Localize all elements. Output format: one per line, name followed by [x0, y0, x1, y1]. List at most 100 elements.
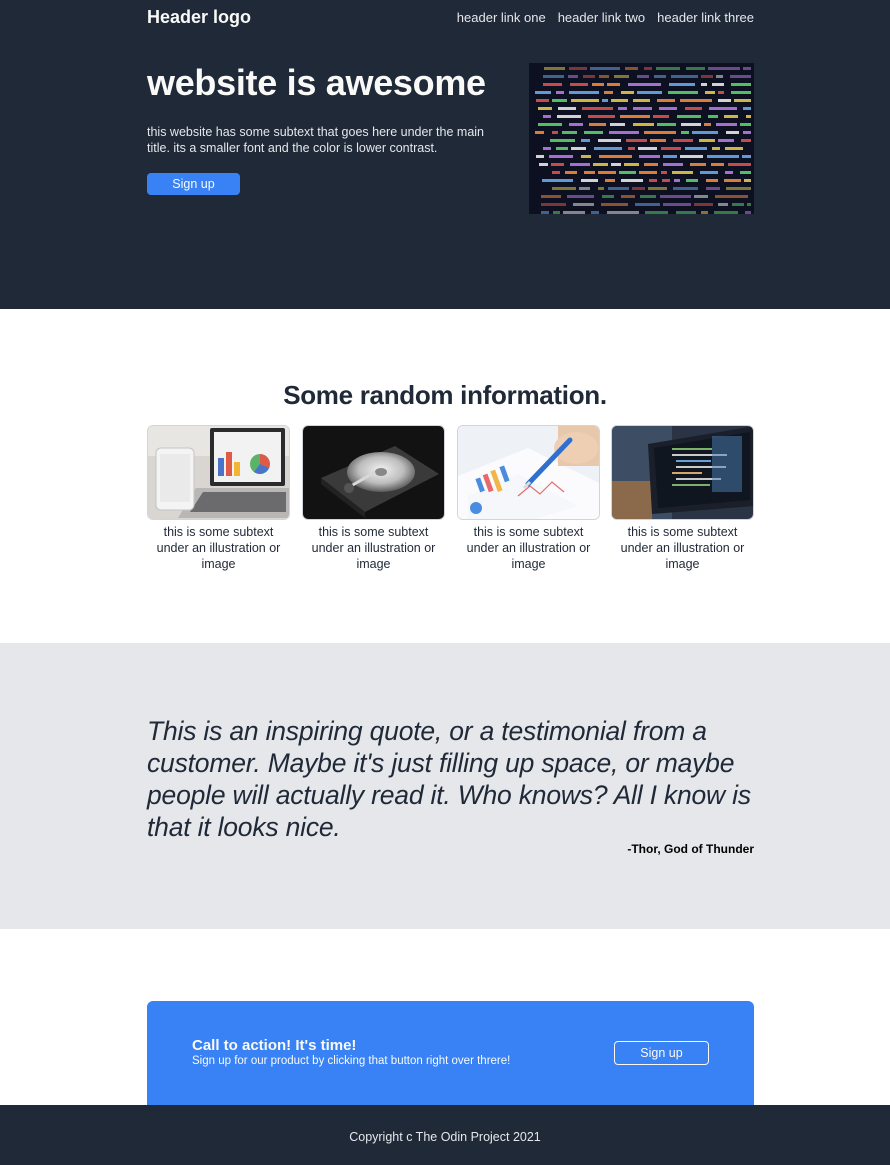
code-line-segment	[604, 91, 613, 94]
info-card-pen: this is some subtext under an illustrati…	[457, 425, 600, 572]
code-line-segment	[718, 139, 734, 142]
code-line-segment	[701, 211, 708, 214]
cta-signup-button[interactable]: Sign up	[614, 1041, 709, 1065]
code-line-segment	[653, 115, 669, 118]
code-line-segment	[607, 211, 639, 214]
code-line-segment	[581, 139, 590, 142]
code-line-segment	[552, 187, 576, 190]
laptop-charts-image	[147, 425, 290, 520]
code-line-segment	[550, 139, 575, 142]
code-line-segment	[741, 139, 751, 142]
code-line-segment	[680, 155, 703, 158]
code-line-segment	[731, 91, 751, 94]
code-line-segment	[650, 139, 666, 142]
code-line-segment	[567, 195, 594, 198]
code-line-segment	[726, 131, 739, 134]
code-line-segment	[743, 67, 751, 70]
code-line-segment	[699, 139, 715, 142]
code-line-segment	[743, 131, 751, 134]
code-line-segment	[704, 123, 711, 126]
code-line-segment	[621, 91, 634, 94]
code-line-segment	[685, 107, 702, 110]
code-line-segment	[541, 211, 549, 214]
quote-author: -Thor, God of Thunder	[627, 842, 754, 856]
code-line-segment	[747, 203, 751, 206]
code-line-segment	[663, 203, 691, 206]
code-line-segment	[584, 171, 595, 174]
code-line-segment	[556, 91, 564, 94]
code-line-segment	[676, 211, 696, 214]
code-line-segment	[744, 179, 751, 182]
code-line-segment	[602, 195, 614, 198]
code-line-segment	[732, 203, 744, 206]
header-link-one[interactable]: header link one	[457, 10, 546, 26]
code-line-segment	[621, 179, 643, 182]
code-line-segment	[588, 115, 615, 118]
code-line-segment	[644, 67, 652, 70]
header-logo[interactable]: Header logo	[147, 6, 251, 28]
info-card-caption: this is some subtext under an illustrati…	[466, 525, 591, 571]
code-line-segment	[671, 75, 698, 78]
code-line-segment	[715, 195, 748, 198]
code-line-segment	[661, 171, 667, 174]
code-line-segment	[569, 91, 599, 94]
code-line-segment	[708, 115, 718, 118]
code-line-segment	[659, 107, 677, 110]
code-line-segment	[598, 171, 616, 174]
code-line-segment	[746, 115, 751, 118]
code-line-segment	[668, 91, 698, 94]
code-line-segment	[743, 107, 751, 110]
code-line-segment	[706, 179, 718, 182]
info-card-caption: this is some subtext under an illustrati…	[620, 525, 745, 571]
code-line-segment	[669, 83, 695, 86]
code-screen-graphic	[529, 63, 754, 214]
code-line-segment	[649, 179, 657, 182]
code-line-segment	[644, 163, 658, 166]
code-line-segment	[551, 163, 564, 166]
header-nav: header link one header link two header l…	[457, 10, 754, 26]
code-line-segment	[598, 187, 604, 190]
code-line-segment	[535, 91, 551, 94]
code-line-segment	[539, 163, 548, 166]
code-line-segment	[633, 123, 654, 126]
header-link-three[interactable]: header link three	[657, 10, 754, 26]
info-card-laptop: this is some subtext under an illustrati…	[147, 425, 290, 572]
code-line-segment	[681, 123, 701, 126]
cta-title: Call to action! It's time!	[192, 1037, 357, 1054]
code-line-segment	[570, 83, 588, 86]
code-line-segment	[614, 75, 629, 78]
code-line-segment	[602, 99, 608, 102]
code-line-segment	[583, 75, 595, 78]
code-line-segment	[680, 99, 712, 102]
hero-signup-button[interactable]: Sign up	[147, 173, 240, 195]
info-card-harddrive: this is some subtext under an illustrati…	[302, 425, 445, 572]
hero-title: website is awesome	[147, 62, 486, 103]
info-card-laptop-code: this is some subtext under an illustrati…	[611, 425, 754, 572]
code-line-segment	[708, 67, 740, 70]
header-link-two[interactable]: header link two	[558, 10, 645, 26]
code-line-segment	[701, 75, 713, 78]
code-line-segment	[553, 211, 560, 214]
code-line-segment	[592, 83, 604, 86]
code-line-segment	[657, 99, 675, 102]
info-card-caption: this is some subtext under an illustrati…	[311, 525, 436, 571]
code-line-segment	[552, 131, 558, 134]
code-line-segment	[563, 211, 585, 214]
code-line-segment	[620, 115, 650, 118]
info-card-caption: this is some subtext under an illustrati…	[156, 525, 281, 571]
code-line-segment	[686, 67, 705, 70]
code-line-segment	[625, 67, 638, 70]
code-line-segment	[674, 179, 680, 182]
code-line-segment	[712, 147, 720, 150]
code-line-segment	[544, 67, 565, 70]
code-line-segment	[725, 147, 743, 150]
code-line-segment	[573, 203, 594, 206]
code-line-segment	[725, 171, 733, 174]
code-line-segment	[673, 187, 698, 190]
code-line-segment	[556, 147, 568, 150]
code-line-segment	[608, 187, 629, 190]
code-line-segment	[569, 123, 583, 126]
code-line-segment	[705, 91, 715, 94]
code-line-segment	[718, 203, 728, 206]
code-line-segment	[648, 187, 667, 190]
